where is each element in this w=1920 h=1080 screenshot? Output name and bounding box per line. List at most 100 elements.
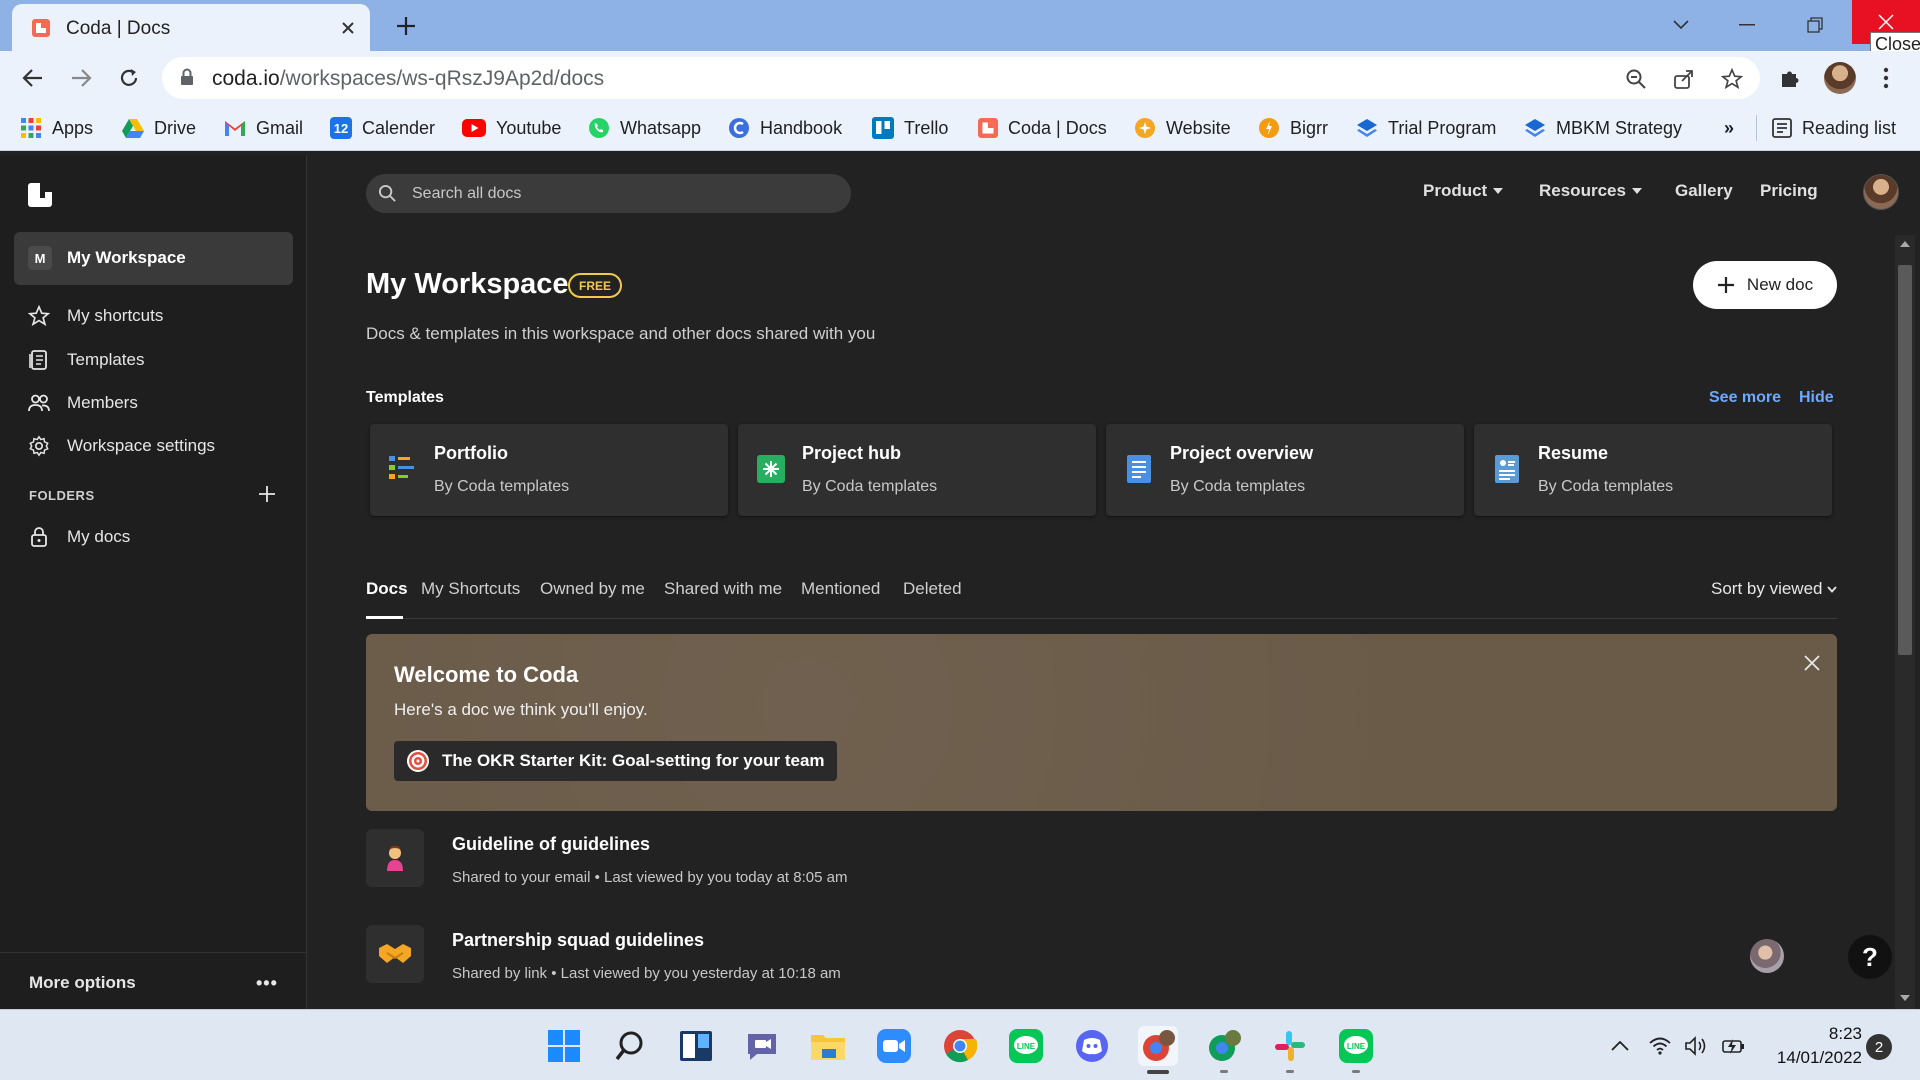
- search-input[interactable]: Search all docs: [366, 174, 851, 213]
- chrome-icon[interactable]: [940, 1026, 980, 1066]
- main-content: Search all docs Product Resources Galler…: [308, 155, 1920, 1009]
- bookmark-trello[interactable]: Trello: [872, 116, 948, 140]
- main-scrollbar[interactable]: [1895, 235, 1915, 1009]
- template-card-portfolio[interactable]: Portfolio By Coda templates: [370, 424, 728, 516]
- bookmark-bigrr[interactable]: Bigrr: [1258, 116, 1328, 140]
- sidebar-folder-my-docs[interactable]: My docs: [14, 516, 293, 556]
- browser-tab-coda[interactable]: Coda | Docs: [12, 4, 370, 51]
- svg-text:LINE: LINE: [1017, 1042, 1036, 1051]
- okr-starter-kit-button[interactable]: The OKR Starter Kit: Goal-setting for yo…: [394, 741, 837, 781]
- template-name: Project overview: [1170, 443, 1314, 463]
- template-card-resume[interactable]: Resume By Coda templates: [1474, 424, 1832, 516]
- sidebar-item-workspace-settings[interactable]: Workspace settings: [14, 425, 293, 465]
- share-icon[interactable]: [1672, 67, 1696, 91]
- reload-button[interactable]: [114, 63, 144, 93]
- browser-profile-avatar[interactable]: [1824, 62, 1856, 94]
- nav-product[interactable]: Product: [1423, 181, 1504, 201]
- bookmark-website[interactable]: Website: [1134, 116, 1231, 140]
- sort-dropdown[interactable]: Sort by viewed: [1711, 579, 1837, 599]
- bookmarks-overflow-button[interactable]: »: [1724, 116, 1734, 140]
- reading-list-button[interactable]: Reading list: [1772, 116, 1896, 140]
- tab-my-shortcuts[interactable]: My Shortcuts: [421, 579, 520, 599]
- chrome-profile-2-icon[interactable]: [1204, 1026, 1244, 1066]
- lock-icon: [181, 68, 193, 85]
- teams-chat-icon[interactable]: [742, 1026, 782, 1066]
- bookmark-star-icon[interactable]: [1720, 67, 1744, 91]
- see-more-link[interactable]: See more: [1709, 389, 1781, 407]
- tab-close-icon[interactable]: [338, 18, 358, 38]
- scroll-thumb[interactable]: [1898, 265, 1912, 655]
- tray-chevron-up-icon[interactable]: [1608, 1034, 1632, 1058]
- tab-shared-with-me[interactable]: Shared with me: [664, 579, 782, 599]
- collaborator-avatar[interactable]: [1750, 939, 1784, 973]
- new-doc-button[interactable]: New doc: [1693, 261, 1837, 309]
- scroll-up-arrow[interactable]: [1900, 241, 1910, 247]
- tab-docs[interactable]: Docs: [366, 579, 408, 599]
- sidebar-item-my-shortcuts[interactable]: My shortcuts: [14, 295, 293, 335]
- bookmark-trial-program[interactable]: Trial Program: [1356, 116, 1496, 140]
- bookmark-apps[interactable]: Apps: [20, 116, 93, 140]
- bookmark-mbkm-strategy[interactable]: MBKM Strategy: [1524, 116, 1682, 140]
- windows-taskbar: LINE LINE 8:23 14/01/2022 2: [0, 1009, 1920, 1080]
- welcome-subtitle: Here's a doc we think you'll enjoy.: [394, 700, 648, 719]
- bookmark-youtube[interactable]: Youtube: [462, 116, 561, 140]
- nav-resources[interactable]: Resources: [1539, 181, 1642, 201]
- sidebar-item-my-workspace[interactable]: M My Workspace: [14, 232, 293, 285]
- notification-badge[interactable]: 2: [1866, 1034, 1892, 1060]
- task-view-icon[interactable]: [676, 1026, 716, 1066]
- zoom-icon[interactable]: [1624, 67, 1648, 91]
- chrome-profile-1-icon[interactable]: [1138, 1026, 1178, 1066]
- coda-logo-icon[interactable]: [28, 183, 52, 207]
- minimize-icon[interactable]: [1728, 6, 1766, 44]
- sidebar-item-members[interactable]: Members: [14, 382, 293, 422]
- document-icon: [1127, 455, 1151, 483]
- tabs-divider: [366, 618, 1837, 619]
- template-card-project-hub[interactable]: Project hub By Coda templates: [738, 424, 1096, 516]
- slack-icon[interactable]: [1270, 1026, 1310, 1066]
- clock-date: 14/01/2022: [1776, 1048, 1862, 1067]
- discord-icon[interactable]: [1072, 1026, 1112, 1066]
- sidebar-item-templates[interactable]: Templates: [14, 339, 293, 379]
- zoom-app-icon[interactable]: [874, 1026, 914, 1066]
- more-options-button[interactable]: More options •••: [0, 952, 306, 1009]
- bookmark-whatsapp[interactable]: Whatsapp: [588, 116, 701, 140]
- user-avatar[interactable]: [1863, 174, 1899, 210]
- bookmark-gmail[interactable]: Gmail: [224, 116, 303, 140]
- tab-mentioned[interactable]: Mentioned: [801, 579, 880, 599]
- restore-icon[interactable]: [1796, 6, 1834, 44]
- help-button[interactable]: ?: [1848, 935, 1892, 979]
- browser-menu-kebab-icon[interactable]: [1872, 64, 1900, 92]
- search-icon[interactable]: [610, 1026, 650, 1066]
- tab-search-chevron-icon[interactable]: [1662, 6, 1700, 44]
- forward-button[interactable]: [66, 63, 96, 93]
- line-app-2-icon[interactable]: LINE: [1336, 1026, 1376, 1066]
- doc-row-partnership-squad-guidelines[interactable]: Partnership squad guidelines Shared by l…: [366, 925, 1666, 987]
- scroll-down-arrow[interactable]: [1900, 995, 1910, 1001]
- nav-gallery[interactable]: Gallery: [1675, 181, 1733, 201]
- doc-row-guideline-of-guidelines[interactable]: Guideline of guidelines Shared to your e…: [366, 829, 1666, 891]
- sidebar-item-label: Templates: [67, 350, 145, 369]
- welcome-title: Welcome to Coda: [394, 662, 579, 687]
- file-explorer-icon[interactable]: [808, 1026, 848, 1066]
- template-card-project-overview[interactable]: Project overview By Coda templates: [1106, 424, 1464, 516]
- battery-charging-icon[interactable]: [1722, 1034, 1746, 1058]
- system-clock[interactable]: 8:23 14/01/2022: [1752, 1022, 1862, 1070]
- new-tab-plus-icon[interactable]: [392, 12, 420, 40]
- nav-pricing[interactable]: Pricing: [1760, 181, 1818, 201]
- line-app-icon[interactable]: LINE: [1006, 1026, 1046, 1066]
- extensions-puzzle-icon[interactable]: [1776, 64, 1804, 92]
- address-bar[interactable]: coda.io/workspaces/ws-qRszJ9Ap2d/docs: [162, 57, 1760, 99]
- hide-templates-link[interactable]: Hide: [1799, 389, 1834, 407]
- bookmark-coda-docs[interactable]: Coda | Docs: [978, 116, 1107, 140]
- bookmark-calender[interactable]: 12 Calender: [330, 116, 435, 140]
- add-folder-plus-icon[interactable]: [256, 483, 278, 505]
- close-icon[interactable]: [1803, 654, 1821, 672]
- back-button[interactable]: [18, 63, 48, 93]
- bookmark-drive[interactable]: Drive: [122, 116, 196, 140]
- bookmark-handbook[interactable]: Handbook: [728, 116, 842, 140]
- wifi-icon[interactable]: [1648, 1034, 1672, 1058]
- volume-icon[interactable]: [1684, 1034, 1708, 1058]
- windows-start-icon[interactable]: [544, 1026, 584, 1066]
- tab-owned-by-me[interactable]: Owned by me: [540, 579, 645, 599]
- tab-deleted[interactable]: Deleted: [903, 579, 962, 599]
